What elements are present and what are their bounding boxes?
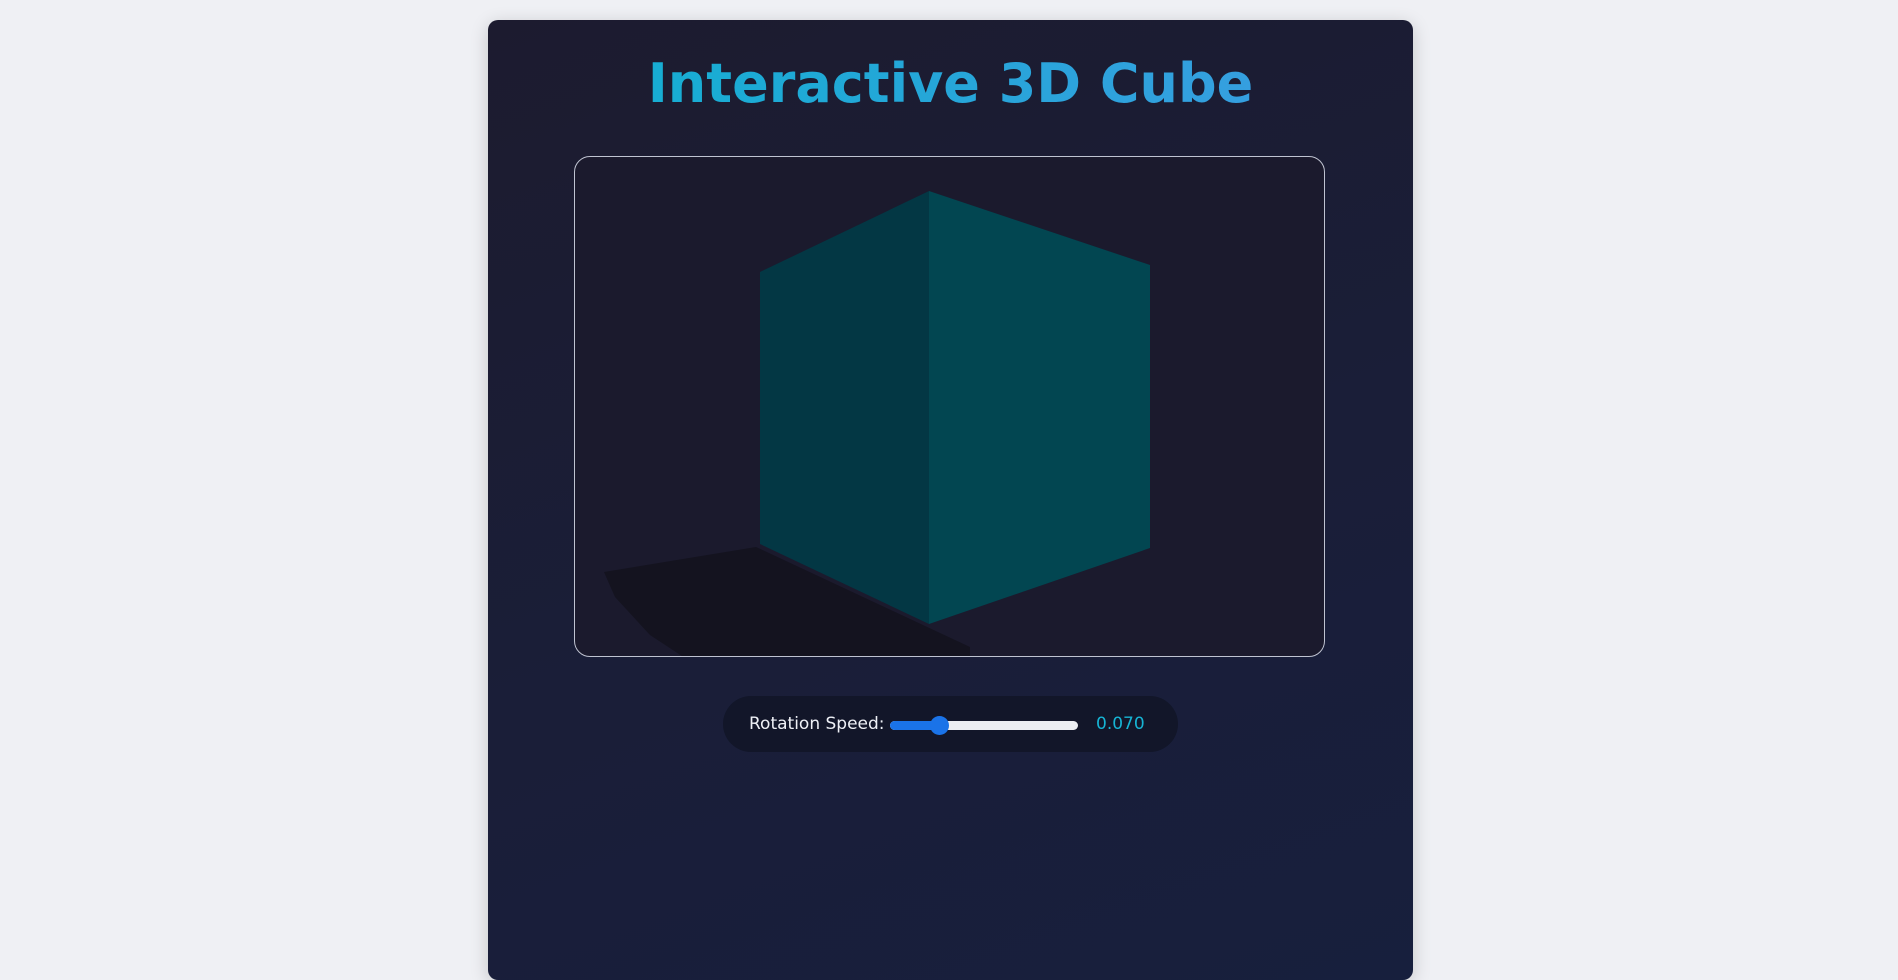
main-panel: Interactive 3D Cube Rotation Speed: 0.07… bbox=[488, 20, 1413, 980]
rotation-speed-slider[interactable] bbox=[890, 716, 1078, 735]
cube-face-left bbox=[760, 191, 929, 624]
rotation-speed-value: 0.070 bbox=[1096, 714, 1145, 734]
cube-scene bbox=[604, 191, 1150, 656]
rotation-speed-slider-thumb[interactable] bbox=[930, 716, 949, 735]
cube-face-right bbox=[929, 191, 1150, 624]
rotation-speed-control: Rotation Speed: 0.070 bbox=[723, 696, 1178, 752]
rotation-speed-label: Rotation Speed: bbox=[749, 714, 885, 734]
cube-viewport[interactable] bbox=[574, 156, 1325, 657]
page-title: Interactive 3D Cube bbox=[488, 52, 1413, 117]
